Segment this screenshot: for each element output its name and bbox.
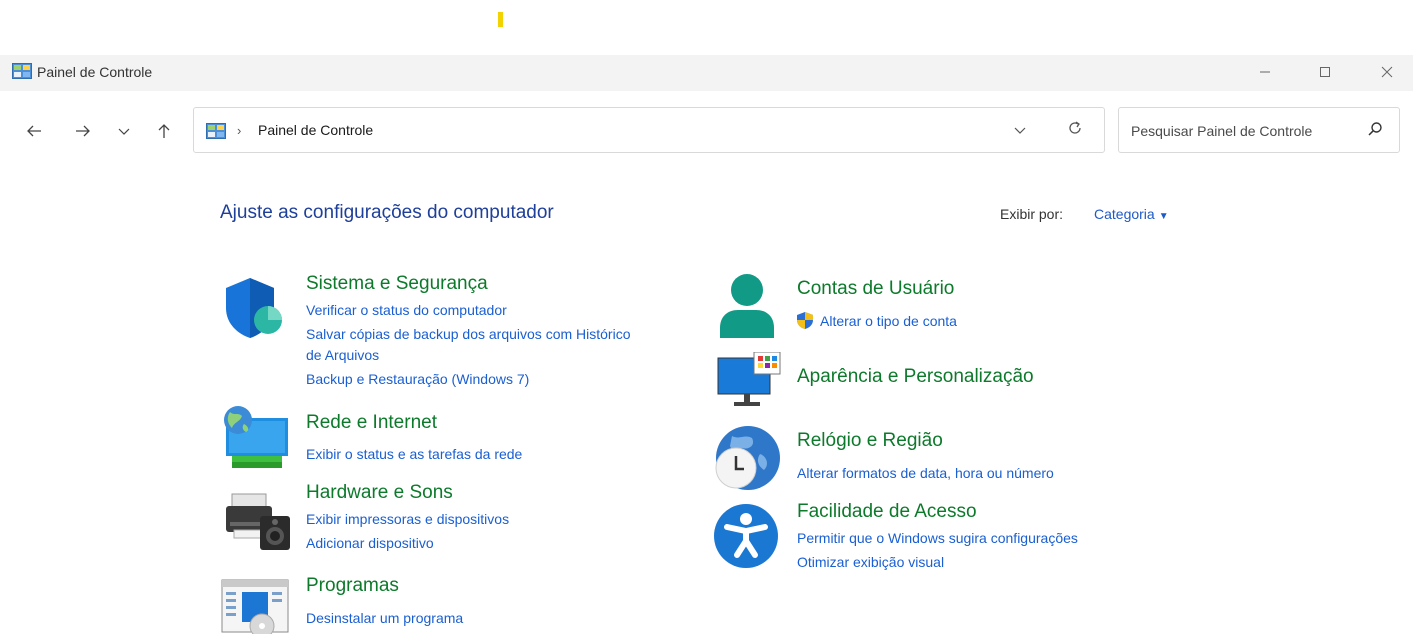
- category-sistema-seguranca[interactable]: Sistema e Segurança: [306, 273, 488, 295]
- back-arrow-icon: [27, 125, 41, 137]
- uac-shield-icon: [796, 311, 814, 335]
- up-arrow-icon: [158, 124, 170, 138]
- programs-icon[interactable]: [220, 578, 292, 639]
- category-relogio-regiao[interactable]: Relógio e Região: [797, 430, 943, 452]
- clock-globe-icon[interactable]: [712, 424, 782, 497]
- category-facilidade-acesso[interactable]: Facilidade de Acesso: [797, 501, 977, 523]
- search-icon[interactable]: [1367, 121, 1383, 142]
- close-icon: [1381, 66, 1393, 78]
- chevron-down-icon: [1014, 127, 1026, 134]
- recent-locations-button[interactable]: [110, 118, 138, 144]
- refresh-button[interactable]: [1067, 120, 1083, 141]
- view-by-value[interactable]: Categoria: [1094, 206, 1155, 222]
- search-box[interactable]: [1118, 107, 1400, 153]
- address-dropdown-button[interactable]: [1014, 122, 1026, 140]
- maximize-icon: [1320, 67, 1330, 77]
- printer-speaker-icon[interactable]: [222, 488, 294, 557]
- monitor-personalization-icon[interactable]: [716, 351, 782, 415]
- page-heading: Ajuste as configurações do computador: [220, 202, 554, 223]
- forward-button[interactable]: [69, 118, 97, 144]
- link-windows-sugira[interactable]: Permitir que o Windows sugira configuraç…: [797, 529, 1078, 547]
- link-alterar-formatos[interactable]: Alterar formatos de data, hora ou número: [797, 464, 1054, 482]
- link-salvar-copias[interactable]: Salvar cópias de backup dos arquivos com…: [306, 325, 631, 343]
- link-salvar-copias-cont[interactable]: de Arquivos: [306, 346, 379, 364]
- minimize-icon: [1260, 71, 1270, 73]
- category-programas[interactable]: Programas: [306, 575, 399, 597]
- maximize-button[interactable]: [1302, 57, 1348, 87]
- window-title: Painel de Controle: [37, 64, 153, 80]
- yellow-marker: [498, 12, 503, 27]
- shield-icon[interactable]: [222, 276, 292, 345]
- link-adicionar-dispositivo[interactable]: Adicionar dispositivo: [306, 534, 434, 552]
- category-rede-internet[interactable]: Rede e Internet: [306, 412, 437, 434]
- network-globe-icon[interactable]: [220, 404, 292, 477]
- address-bar[interactable]: › Painel de Controle: [193, 107, 1105, 153]
- close-button[interactable]: [1364, 57, 1410, 87]
- link-status-rede[interactable]: Exibir o status e as tarefas da rede: [306, 445, 522, 463]
- refresh-icon: [1069, 121, 1081, 134]
- user-accounts-icon[interactable]: [716, 272, 778, 347]
- minimize-button[interactable]: [1242, 57, 1288, 87]
- breadcrumb-item[interactable]: Painel de Controle: [258, 122, 373, 138]
- search-input[interactable]: [1129, 120, 1353, 142]
- forward-arrow-icon: [76, 125, 90, 137]
- up-button[interactable]: [150, 118, 178, 144]
- title-bar: Painel de Controle: [0, 55, 1413, 91]
- control-panel-icon: [12, 63, 32, 79]
- breadcrumb-separator[interactable]: ›: [237, 123, 241, 138]
- chevron-down-icon: [118, 128, 130, 135]
- link-otimizar-exibicao[interactable]: Otimizar exibição visual: [797, 553, 944, 571]
- link-verificar-status[interactable]: Verificar o status do computador: [306, 301, 507, 319]
- back-button[interactable]: [20, 118, 48, 144]
- caret-down-icon[interactable]: ▼: [1159, 211, 1169, 222]
- view-by-label: Exibir por:: [1000, 206, 1064, 222]
- link-impressoras-dispositivos[interactable]: Exibir impressoras e dispositivos: [306, 510, 509, 528]
- category-hardware-sons[interactable]: Hardware e Sons: [306, 482, 453, 504]
- accessibility-icon[interactable]: [713, 503, 779, 574]
- category-aparencia-personalizacao[interactable]: Aparência e Personalização: [797, 366, 1034, 388]
- control-panel-icon: [206, 123, 226, 139]
- category-contas-usuario[interactable]: Contas de Usuário: [797, 278, 954, 300]
- link-alterar-tipo-conta[interactable]: Alterar o tipo de conta: [820, 312, 957, 330]
- link-backup-restauracao[interactable]: Backup e Restauração (Windows 7): [306, 370, 529, 388]
- link-desinstalar-programa[interactable]: Desinstalar um programa: [306, 609, 463, 627]
- view-by-dropdown[interactable]: Categoria ▼: [1094, 206, 1169, 222]
